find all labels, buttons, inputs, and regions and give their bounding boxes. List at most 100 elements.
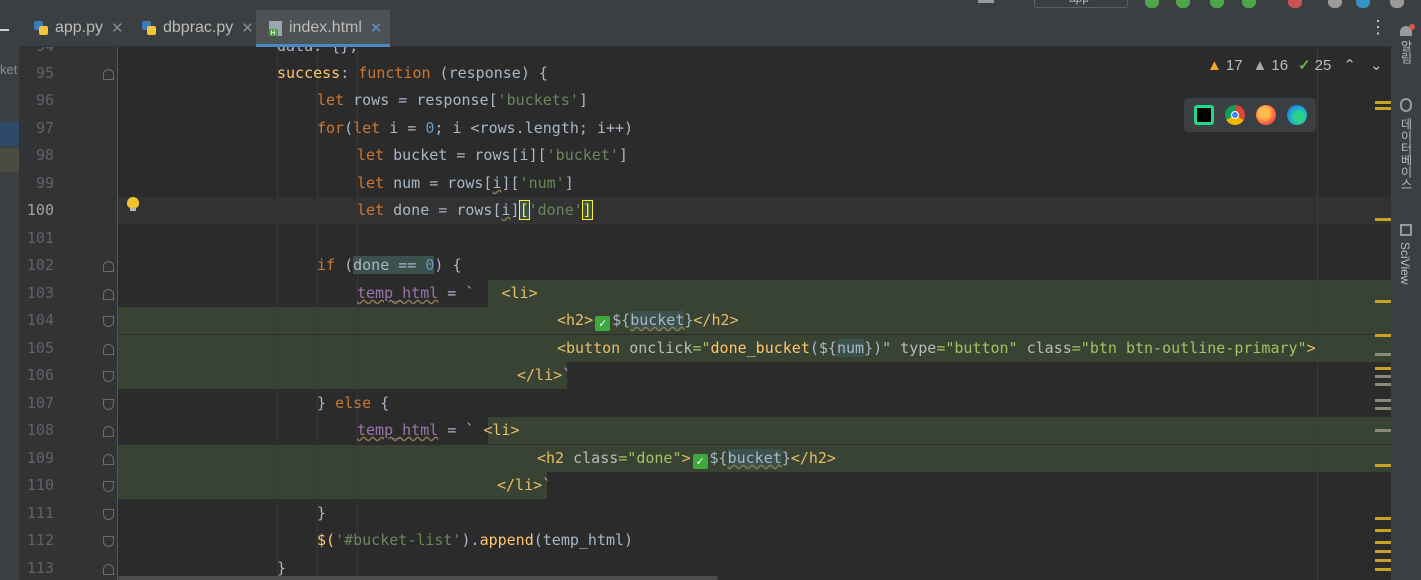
- warning-stripe-mark[interactable]: [1375, 559, 1391, 562]
- matched-bracket: ]: [581, 200, 593, 220]
- close-icon[interactable]: ✕: [111, 19, 124, 37]
- open-in-browser-popup: [1184, 98, 1316, 132]
- line-number: 109: [26, 449, 54, 467]
- line-number: 111: [26, 504, 54, 522]
- tab-app-py[interactable]: app.py ✕: [19, 10, 137, 46]
- weak-stripe-mark[interactable]: [1375, 353, 1391, 356]
- warning-stripe-mark[interactable]: [1375, 107, 1391, 110]
- previous-highlight-icon[interactable]: ⌃: [1343, 56, 1356, 74]
- fold-marker[interactable]: [103, 371, 114, 382]
- fold-marker[interactable]: [103, 289, 114, 300]
- code-line: temp_html = ` <li>: [357, 421, 520, 439]
- code-line: </li>`: [497, 476, 552, 494]
- tab-dbprac-py[interactable]: dbprac.py ✕: [139, 10, 271, 46]
- firefox-icon[interactable]: [1255, 105, 1276, 125]
- tab-label: app.py: [55, 19, 104, 36]
- fold-marker[interactable]: [103, 536, 114, 547]
- warning-count: 17: [1225, 56, 1243, 74]
- code-line: <h2 class="done"> ✓ ${bucket}</h2>: [537, 449, 836, 469]
- line-number: 98: [35, 146, 54, 164]
- line-number: 104: [26, 311, 54, 329]
- fold-marker[interactable]: [103, 426, 114, 437]
- tab-label: dbprac.py: [163, 19, 234, 36]
- line-number: 107: [26, 394, 54, 412]
- injected-html-region: [488, 280, 1391, 307]
- code-line: $('#bucket-list').append(temp_html): [317, 531, 634, 549]
- horizontal-scrollbar[interactable]: [118, 576, 718, 580]
- fold-marker[interactable]: [103, 69, 114, 80]
- update-icon[interactable]: [1356, 0, 1370, 8]
- code-line: </li>`: [517, 366, 572, 384]
- close-icon[interactable]: ✕: [370, 19, 383, 37]
- warning-stripe-mark[interactable]: [1375, 541, 1391, 544]
- tab-label: index.html: [289, 19, 362, 36]
- inspections-widget[interactable]: ▲ 17 ▲ 16 ✓ 25 ⌃ ⌄: [1207, 53, 1387, 77]
- check-emoji: ✓: [692, 454, 708, 469]
- line-number: 95: [35, 64, 54, 82]
- run-configuration-select[interactable]: app: [1034, 0, 1128, 8]
- chrome-icon[interactable]: [1224, 105, 1245, 125]
- database-icon[interactable]: [1400, 98, 1412, 112]
- fold-marker[interactable]: [103, 564, 114, 575]
- fold-marker[interactable]: [103, 261, 114, 272]
- line-number: 106: [26, 366, 54, 384]
- fold-marker[interactable]: [103, 344, 114, 355]
- settings-icon[interactable]: [1390, 0, 1404, 8]
- line-number: 110: [26, 476, 54, 494]
- weak-warning-count: 16: [1271, 56, 1289, 74]
- warning-stripe-mark[interactable]: [1375, 367, 1391, 370]
- sciview-icon[interactable]: [1400, 224, 1412, 236]
- current-line-highlight: [118, 197, 1391, 224]
- sciview-tool-label[interactable]: SciView: [1398, 242, 1412, 284]
- code-line: for(let i = 0; i <rows.length; i++): [317, 119, 634, 137]
- weak-stripe-mark[interactable]: [1375, 399, 1391, 402]
- warning-stripe-mark[interactable]: [1375, 101, 1391, 104]
- lightbulb-icon[interactable]: [127, 197, 139, 211]
- warning-stripe-mark[interactable]: [1375, 300, 1391, 303]
- weak-stripe-mark[interactable]: [1375, 375, 1391, 378]
- weak-stripe-mark[interactable]: [1375, 429, 1391, 432]
- warning-stripe-mark[interactable]: [1375, 218, 1391, 221]
- code-line-current: let done = rows[i]['done']: [357, 200, 593, 220]
- tree-item: [0, 148, 19, 172]
- database-tool-label[interactable]: 데이터베이스: [1398, 118, 1415, 190]
- fold-marker[interactable]: [103, 399, 114, 410]
- debug-icon[interactable]: [1210, 0, 1224, 8]
- python-file-icon: [141, 20, 158, 37]
- project-tool-label[interactable]: ket: [0, 62, 17, 77]
- notifications-tool-label[interactable]: 알림: [1398, 40, 1415, 64]
- line-number: 99: [35, 174, 54, 192]
- code-editor[interactable]: 94 95 96 97 98 99 100 101 102 103 104 10…: [19, 47, 1391, 580]
- warning-stripe-mark[interactable]: [1375, 464, 1391, 467]
- coverage-icon[interactable]: [1242, 0, 1256, 8]
- line-number: 97: [35, 119, 54, 137]
- warning-stripe-mark[interactable]: [1375, 529, 1391, 532]
- warning-stripe-mark[interactable]: [1375, 517, 1391, 520]
- line-number: 103: [26, 284, 54, 302]
- minimize-icon[interactable]: [0, 29, 9, 31]
- edge-icon[interactable]: [1286, 105, 1307, 125]
- tab-index-html[interactable]: H index.html ✕: [256, 10, 390, 47]
- fold-marker[interactable]: [103, 509, 114, 520]
- warning-stripe-mark[interactable]: [1375, 550, 1391, 553]
- fold-marker[interactable]: [103, 481, 114, 492]
- vcs-icon[interactable]: [978, 0, 994, 3]
- run-icon[interactable]: [1176, 0, 1190, 8]
- weak-stripe-mark[interactable]: [1375, 383, 1391, 386]
- stop-icon[interactable]: [1288, 0, 1302, 8]
- close-icon[interactable]: ✕: [241, 19, 254, 37]
- warning-stripe-mark[interactable]: [1375, 334, 1391, 337]
- warning-stripe-mark[interactable]: [1375, 568, 1391, 571]
- code-line: <h2> ✓ ${bucket}</h2>: [557, 311, 739, 331]
- build-icon[interactable]: [1145, 0, 1159, 8]
- check-emoji: ✓: [595, 316, 611, 331]
- search-icon[interactable]: [1328, 0, 1342, 8]
- weak-stripe-mark[interactable]: [1375, 407, 1391, 410]
- line-number: 108: [26, 421, 54, 439]
- fold-marker[interactable]: [103, 454, 114, 465]
- next-highlight-icon[interactable]: ⌄: [1370, 56, 1383, 74]
- fold-marker[interactable]: [103, 316, 114, 327]
- line-number: 112: [26, 531, 54, 549]
- more-tabs-icon[interactable]: ⋮: [1369, 18, 1387, 36]
- pycharm-icon[interactable]: [1193, 105, 1214, 125]
